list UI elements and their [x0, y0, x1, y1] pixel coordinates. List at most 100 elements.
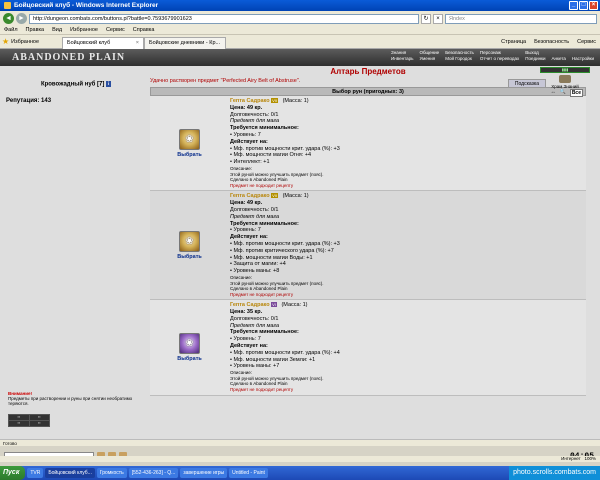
task-button[interactable]: [552-436-263] - Q... — [128, 468, 179, 478]
item-mass: (Масса: 1) — [282, 98, 309, 104]
item-grade-tag: VII — [271, 193, 278, 199]
item-price: Цена: 49 кр. — [230, 104, 263, 111]
req-title: Требуется минимальное: — [230, 220, 299, 227]
sort-icon[interactable]: ↔ — [551, 88, 556, 97]
stop-icon[interactable]: × — [433, 13, 443, 24]
nav-skills[interactable]: Умения — [419, 56, 439, 61]
nav-mytown[interactable]: Мой Городок — [445, 56, 474, 61]
temple-label: Храм Знаний — [551, 84, 579, 89]
nav-security[interactable]: Безопасность — [445, 50, 474, 55]
refresh-icon[interactable]: ↻ — [421, 13, 431, 24]
nav-profile[interactable]: Анкета — [552, 56, 566, 61]
task-button[interactable]: Бойцовский клуб... — [45, 468, 95, 478]
item-name[interactable]: Гепта Садрако — [230, 98, 270, 104]
minimize-button[interactable]: _ — [569, 1, 578, 10]
page-title: Алтарь Предметов — [330, 67, 406, 76]
task-button[interactable]: Громкость — [96, 468, 127, 478]
filter-select[interactable]: Все — [569, 89, 583, 97]
status-left: Готово — [3, 440, 17, 446]
item-durability: Долговечность: 0/1 — [230, 111, 279, 118]
ie-status-bar: Готово — [0, 439, 600, 446]
effect: • Интеллект: +1 — [230, 159, 270, 166]
choose-button[interactable]: Выбрать — [177, 356, 202, 362]
top-nav: Знания Общение Безопасность Персонаж Вых… — [391, 50, 594, 61]
effect: • Уровень маны: +7 — [230, 363, 280, 370]
list-item: ❀ Выбрать Гепта Садрако VII (Масса: 1) Ц… — [150, 96, 586, 192]
star-icon: ★ — [2, 37, 10, 46]
info-icon[interactable]: i — [106, 81, 112, 87]
item-subtitle: Предмет для мага — [230, 213, 280, 220]
bag-icon — [559, 75, 571, 83]
search-input[interactable]: Яndex — [445, 13, 597, 24]
item-grade-tag: VII — [271, 98, 278, 104]
menu-view[interactable]: Вид — [52, 27, 62, 33]
menu-bar: Файл Правка Вид Избранное Сервис Справка — [0, 26, 600, 35]
site-logo: ABANDONED PLAIN — [12, 52, 126, 63]
zoom-level[interactable]: 100% — [584, 456, 596, 461]
rune-list-header: Выбор рун (пригодных: 3) ↔ 🔍 Все — [150, 87, 586, 97]
menu-tools[interactable]: Сервис — [106, 27, 125, 33]
favorites-label: Избранное — [11, 38, 40, 45]
menu-favorites[interactable]: Избранное — [70, 27, 98, 33]
item-durability: Долговечность: 0/1 — [230, 206, 279, 213]
warning-block: Внимание! Предметы при растворении и рун… — [8, 391, 148, 406]
nav-settings[interactable]: Настройки — [572, 56, 594, 61]
nav-exit[interactable]: Выход — [525, 50, 545, 55]
nav-character[interactable]: Персонаж — [480, 50, 519, 55]
item-name[interactable]: Гепта Садрако — [230, 302, 270, 308]
nav-fights[interactable]: Поединки — [525, 56, 545, 61]
list-item: ❀ Выбрать Гепта Садрако VII (Масса: 1) Ц… — [150, 191, 586, 301]
tab-fight-club[interactable]: Бойцовский клуб × — [62, 36, 144, 49]
search-icon[interactable]: 🔍 — [560, 88, 566, 97]
forward-icon[interactable]: ► — [16, 13, 27, 24]
req-title: Требуется минимальное: — [230, 329, 299, 336]
effect: • Мф. мощности магии Воды: +1 — [230, 254, 313, 261]
menu-help[interactable]: Справка — [133, 27, 155, 33]
effect: • Мф. против мощности крит. удара (%): +… — [230, 145, 340, 152]
req-level: • Уровень: 7 — [230, 336, 261, 343]
task-button[interactable]: TVR — [27, 468, 44, 478]
counter-badges[interactable]: ▪▪ ▪▪ ▪▪ ▪▪ — [8, 414, 50, 427]
reputation: Репутация: 143 — [6, 97, 52, 104]
item-durability: Долговечность: 0/1 — [230, 315, 279, 322]
item-price: Цена: 35 кр. — [230, 309, 263, 316]
list-item: ❀ Выбрать Гепта Садрако VI (Масса: 1) Це… — [150, 300, 586, 396]
close-tab-icon[interactable]: × — [136, 40, 139, 46]
favorites-button[interactable]: ★ Избранное — [2, 37, 62, 46]
status-indicator: ▮▮▮ — [540, 67, 590, 73]
not-fit-note: Предмет не подходит рецепту — [230, 291, 294, 297]
sidebar: Кровожадный нуб [7] i Репутация: 143 — [6, 81, 146, 104]
user-name[interactable]: Кровожадный нуб [7] i — [6, 81, 146, 88]
security-menu[interactable]: Безопасность — [534, 39, 569, 45]
req-level: • Уровень: 7 — [230, 131, 261, 138]
nav-chat[interactable]: Общение — [419, 50, 439, 55]
window-title: Бойцовский клуб - Windows Internet Explo… — [14, 2, 159, 9]
choose-button[interactable]: Выбрать — [177, 152, 202, 158]
task-button[interactable]: завершение игры — [180, 468, 228, 478]
nav-knowledge[interactable]: Знания — [391, 50, 413, 55]
not-fit-note: Предмет не подходит рецепту — [230, 182, 294, 188]
warning-text: Предметы при растворении и руны при снят… — [8, 396, 133, 406]
close-button[interactable]: × — [589, 1, 598, 10]
nav-inventory[interactable]: Инвентарь — [391, 56, 413, 61]
menu-edit[interactable]: Правка — [26, 27, 45, 33]
task-button[interactable]: Untitled - Paint — [229, 468, 268, 478]
tab-diaries[interactable]: Бойцовские дневники - Кр... — [144, 36, 226, 49]
back-icon[interactable]: ◄ — [3, 13, 14, 24]
maximize-button[interactable]: □ — [579, 1, 588, 10]
temple-link[interactable]: ▮▮▮ Храм Знаний — [540, 67, 590, 89]
address-bar[interactable]: http://dungeon.combats.com/buttons.pl?ba… — [29, 13, 419, 24]
nav-transfers[interactable]: Отчет о переводах — [480, 56, 519, 61]
ie-icon — [4, 2, 11, 9]
service-menu[interactable]: Сервис — [577, 39, 596, 45]
item-name[interactable]: Гепта Садрако — [230, 193, 270, 199]
address-row: ◄ ► http://dungeon.combats.com/buttons.p… — [0, 11, 600, 26]
ie-zone: Интернет 100% — [0, 456, 600, 462]
page-menu[interactable]: Страница — [501, 39, 526, 45]
rune-icon: ❀ — [179, 332, 200, 354]
tab-row: ★ Избранное Бойцовский клуб × Бойцовские … — [0, 35, 600, 49]
choose-button[interactable]: Выбрать — [177, 254, 202, 260]
effect: • Мф. против критического удара (%): +7 — [230, 247, 334, 254]
menu-file[interactable]: Файл — [4, 27, 18, 33]
start-button[interactable]: Пуск — [0, 466, 26, 480]
